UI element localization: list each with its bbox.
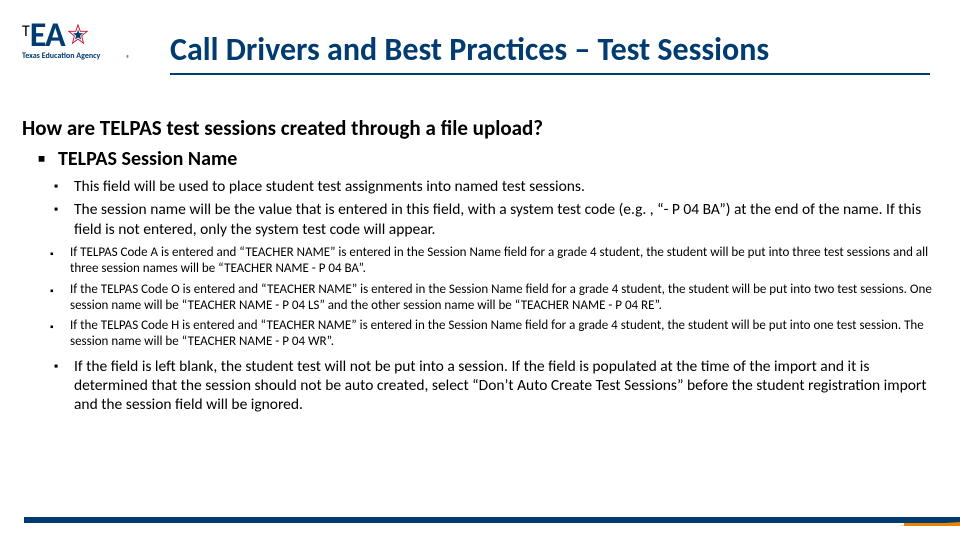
bullet-list-level2b: If the field is left blank, the student …	[22, 357, 932, 415]
logo-letter-t: T	[22, 22, 30, 41]
slide-title: Call Drivers and Best Practices – Test S…	[170, 30, 930, 75]
bullet-list-level1: TELPAS Session Name	[22, 147, 932, 171]
registered-mark: ®	[126, 54, 130, 64]
star-icon	[67, 24, 89, 46]
bullet-list-level3: If TELPAS Code A is entered and “TEACHER…	[22, 245, 932, 351]
bullet-list-level2: This field will be used to place student…	[22, 177, 932, 239]
slide: TEA Texas Education Agency ® Call Driver…	[0, 0, 960, 540]
question-heading: How are TELPAS test sessions created thr…	[22, 115, 932, 141]
footer-blue-bar	[24, 517, 960, 523]
logo-letters-ea: EA	[30, 22, 65, 49]
list-item: If the TELPAS Code O is entered and “TEA…	[70, 282, 932, 315]
logo-subtitle: Texas Education Agency	[22, 51, 132, 61]
footer-orange-wedge	[898, 522, 960, 526]
list-item: If the TELPAS Code H is entered and “TEA…	[70, 318, 932, 351]
tea-logo: TEA Texas Education Agency	[22, 22, 132, 61]
list-item: This field will be used to place student…	[74, 177, 932, 196]
list-item: If the field is left blank, the student …	[74, 357, 932, 415]
list-item: TELPAS Session Name	[58, 147, 932, 171]
footer-bar	[0, 516, 960, 526]
list-item: If TELPAS Code A is entered and “TEACHER…	[70, 245, 932, 278]
logo-wordmark: TEA	[22, 22, 132, 49]
slide-body: How are TELPAS test sessions created thr…	[22, 115, 932, 419]
list-item: The session name will be the value that …	[74, 200, 932, 239]
